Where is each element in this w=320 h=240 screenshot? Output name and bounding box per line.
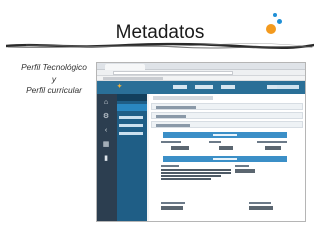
breadcrumb[interactable] bbox=[153, 96, 213, 100]
nav-item[interactable] bbox=[221, 85, 235, 89]
field-label bbox=[257, 141, 287, 143]
field-label bbox=[161, 141, 181, 143]
chart-icon[interactable]: ▦ bbox=[101, 141, 111, 148]
caption-line-2: y bbox=[51, 73, 57, 84]
chevron-left-icon[interactable]: ‹ bbox=[101, 127, 111, 134]
side-caption: Perfil Tecnológico y Perfil curricular bbox=[4, 62, 104, 97]
field-label bbox=[209, 141, 221, 143]
section-menu bbox=[117, 94, 147, 221]
text-block-line bbox=[161, 172, 231, 174]
user-menu[interactable] bbox=[277, 85, 299, 89]
bookmark-item[interactable] bbox=[103, 77, 163, 80]
menu-item[interactable] bbox=[119, 116, 143, 119]
select-field[interactable] bbox=[249, 206, 273, 210]
gear-icon[interactable]: ⚙ bbox=[101, 113, 111, 120]
menu-item[interactable] bbox=[119, 124, 143, 127]
blue-dot-icon bbox=[277, 19, 282, 24]
text-block-line bbox=[161, 175, 221, 177]
text-block-line bbox=[161, 178, 211, 180]
field-label bbox=[161, 165, 179, 167]
nav-item[interactable] bbox=[195, 85, 213, 89]
nav-item[interactable] bbox=[267, 85, 277, 89]
blue-dot-small-icon bbox=[273, 13, 277, 17]
browser-tab-bar bbox=[97, 63, 305, 70]
app-screenshot: ✦ ⌂ ⚙ ‹ ▦ ▮ bbox=[96, 62, 306, 222]
decorative-dots-icon bbox=[262, 13, 288, 37]
text-block-line bbox=[161, 169, 231, 171]
section-bar bbox=[163, 132, 287, 138]
field-label bbox=[249, 202, 271, 204]
field-label bbox=[235, 165, 249, 167]
menu-header bbox=[117, 94, 147, 101]
caption-line-3: Perfil curricular bbox=[26, 85, 82, 95]
url-field[interactable] bbox=[113, 71, 233, 75]
select-field[interactable] bbox=[235, 169, 255, 173]
menu-item[interactable] bbox=[119, 132, 143, 135]
app-logo: ✦ bbox=[117, 84, 123, 90]
select-field[interactable] bbox=[265, 146, 281, 150]
home-icon[interactable]: ⌂ bbox=[101, 99, 111, 106]
collapsible-section[interactable] bbox=[151, 103, 303, 110]
icon-sidebar: ⌂ ⚙ ‹ ▦ ▮ bbox=[97, 94, 117, 221]
collapsible-section[interactable] bbox=[151, 112, 303, 119]
app-header: ✦ bbox=[97, 81, 305, 94]
section-bar bbox=[163, 156, 287, 162]
brush-stroke-divider bbox=[6, 42, 314, 50]
collapsible-section[interactable] bbox=[151, 121, 303, 128]
nav-item[interactable] bbox=[173, 85, 187, 89]
caption-line-1: Perfil Tecnológico bbox=[21, 62, 87, 72]
menu-item-active[interactable] bbox=[117, 104, 147, 111]
select-field[interactable] bbox=[161, 206, 183, 210]
select-field[interactable] bbox=[219, 146, 233, 150]
select-field[interactable] bbox=[171, 146, 189, 150]
main-content bbox=[149, 94, 305, 221]
field-label bbox=[161, 202, 185, 204]
orange-dot-icon bbox=[266, 24, 276, 34]
bookmark-icon[interactable]: ▮ bbox=[101, 155, 111, 162]
